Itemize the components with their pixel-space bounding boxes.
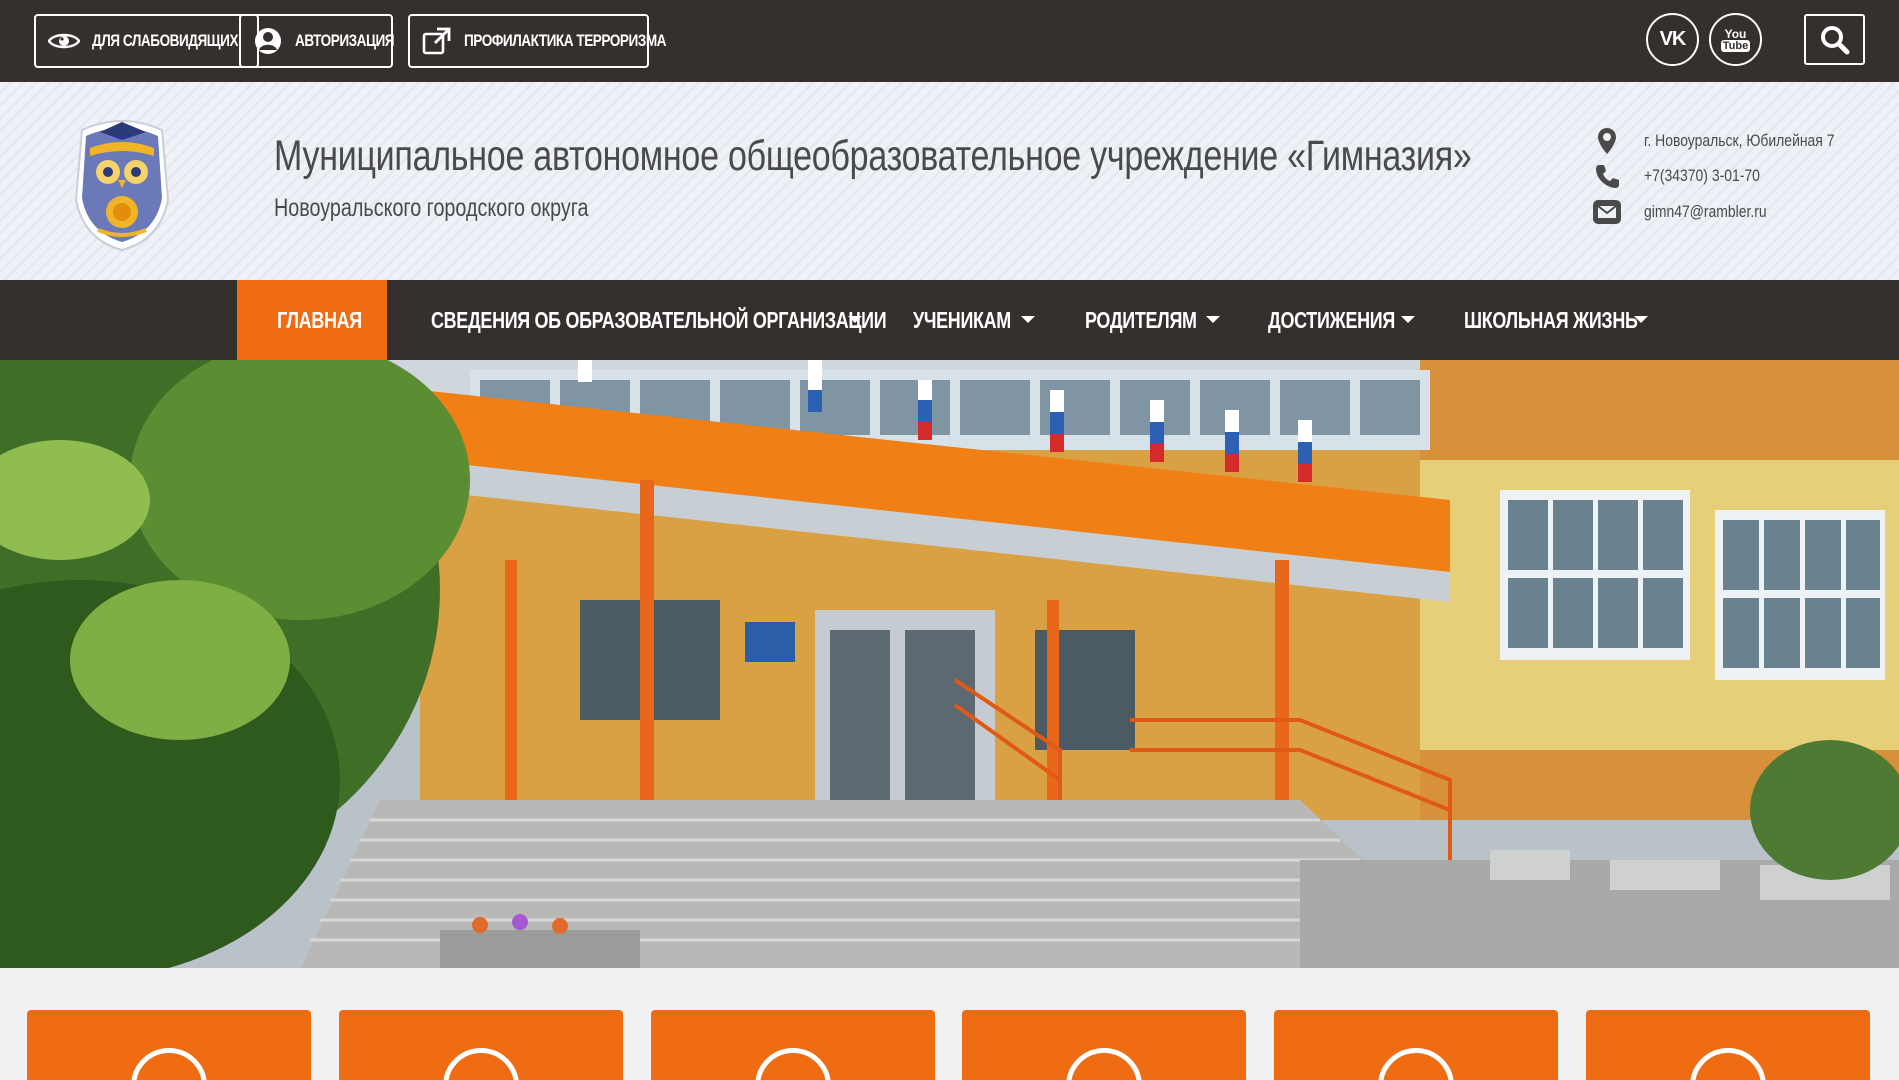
nav-item-label: ДОСТИЖЕНИЯ [1268,306,1395,333]
nav-item-school-life[interactable]: ШКОЛЬНАЯ ЖИЗНЬ [1464,280,1656,360]
nav-item-organization-info[interactable]: СВЕДЕНИЯ ОБ ОБРАЗОВАТЕЛЬНОЙ ОРГАНИЗАЦИИ [431,280,887,360]
document-icon [131,1048,207,1080]
page: ДЛЯ СЛАБОВИДЯЩИХ АВТОРИЗАЦИЯ ПРОФИЛАКТИК… [0,0,1899,1080]
low-vision-button[interactable]: ДЛЯ СЛАБОВИДЯЩИХ [34,14,259,68]
youtube-icon: Tube [1720,39,1751,52]
graduation-cap-icon [755,1048,831,1080]
phone-icon [1596,165,1619,188]
organization-title: Муниципальное автономное общеобразовател… [274,132,1472,180]
contact-phone[interactable]: +7(34370) 3-01-70 [1590,161,1785,191]
nav-item-parents[interactable]: РОДИТЕЛЯМ [1085,280,1220,360]
nav-item-label: ГЛАВНАЯ [277,306,362,333]
main-nav: ГЛАВНАЯ СВЕДЕНИЯ ОБ ОБРАЗОВАТЕЛЬНОЙ ОРГА… [0,280,1899,360]
nav-item-label: СВЕДЕНИЯ ОБ ОБРАЗОВАТЕЛЬНОЙ ОРГАНИЗАЦИИ [431,306,887,333]
quick-links [0,968,1899,1080]
quick-link-tile[interactable] [27,1010,311,1080]
terrorism-prevention-button[interactable]: ПРОФИЛАКТИКА ТЕРРОРИЗМА [408,14,666,68]
chevron-down-icon [1634,316,1648,323]
search-icon [1820,25,1849,54]
quick-link-tile[interactable] [651,1010,935,1080]
chevron-down-icon [1206,316,1220,323]
top-bar: ДЛЯ СЛАБОВИДЯЩИХ АВТОРИЗАЦИЯ ПРОФИЛАКТИК… [0,0,1899,82]
youtube-link[interactable]: You Tube [1709,13,1762,66]
contact-address: г. Новоуральск, Юбилейная 7 [1590,126,1876,156]
nav-item-label: ШКОЛЬНАЯ ЖИЗНЬ [1464,306,1638,333]
eye-icon [48,33,80,49]
address-text: г. Новоуральск, Юбилейная 7 [1644,131,1835,150]
low-vision-label: ДЛЯ СЛАБОВИДЯЩИХ [92,31,239,50]
sport-icon [1066,1048,1142,1080]
phone-text[interactable]: +7(34370) 3-01-70 [1644,166,1760,186]
chevron-down-icon [1401,316,1415,323]
gymnasium-logo[interactable] [70,110,174,252]
phone-icon [1690,1048,1766,1080]
chevron-down-icon [848,316,862,323]
map-marker-icon [1598,128,1616,154]
nav-item-students[interactable]: УЧЕНИКАМ [913,280,1037,360]
nav-item-achievements[interactable]: ДОСТИЖЕНИЯ [1268,280,1420,360]
search-button[interactable] [1804,14,1865,65]
person-icon [1378,1048,1454,1080]
quick-link-tile[interactable] [339,1010,623,1080]
vk-link[interactable]: VK [1646,13,1699,66]
quick-link-tile[interactable] [1274,1010,1558,1080]
chevron-down-icon [1021,316,1035,323]
nav-item-home[interactable]: ГЛАВНАЯ [237,280,387,360]
contact-email[interactable]: gimn47@rambler.ru [1590,197,1794,227]
organization-subtitle: Новоуральского городского округа [274,194,589,222]
nav-item-label: РОДИТЕЛЯМ [1085,306,1197,333]
quick-link-tile[interactable] [962,1010,1246,1080]
user-icon [255,28,281,54]
quick-link-tile[interactable] [1586,1010,1870,1080]
vk-icon: VK [1659,28,1687,50]
hero-school-photo [0,360,1899,968]
email-text[interactable]: gimn47@rambler.ru [1644,202,1767,222]
login-button[interactable]: АВТОРИЗАЦИЯ [239,14,395,68]
nav-item-label: УЧЕНИКАМ [913,306,1011,333]
login-label: АВТОРИЗАЦИЯ [295,31,395,50]
external-link-icon [422,27,451,55]
terrorism-prevention-label: ПРОФИЛАКТИКА ТЕРРОРИЗМА [464,31,667,50]
monitor-icon [443,1048,519,1080]
youtube-icon-top: You [1724,26,1747,41]
envelope-icon [1593,200,1621,224]
